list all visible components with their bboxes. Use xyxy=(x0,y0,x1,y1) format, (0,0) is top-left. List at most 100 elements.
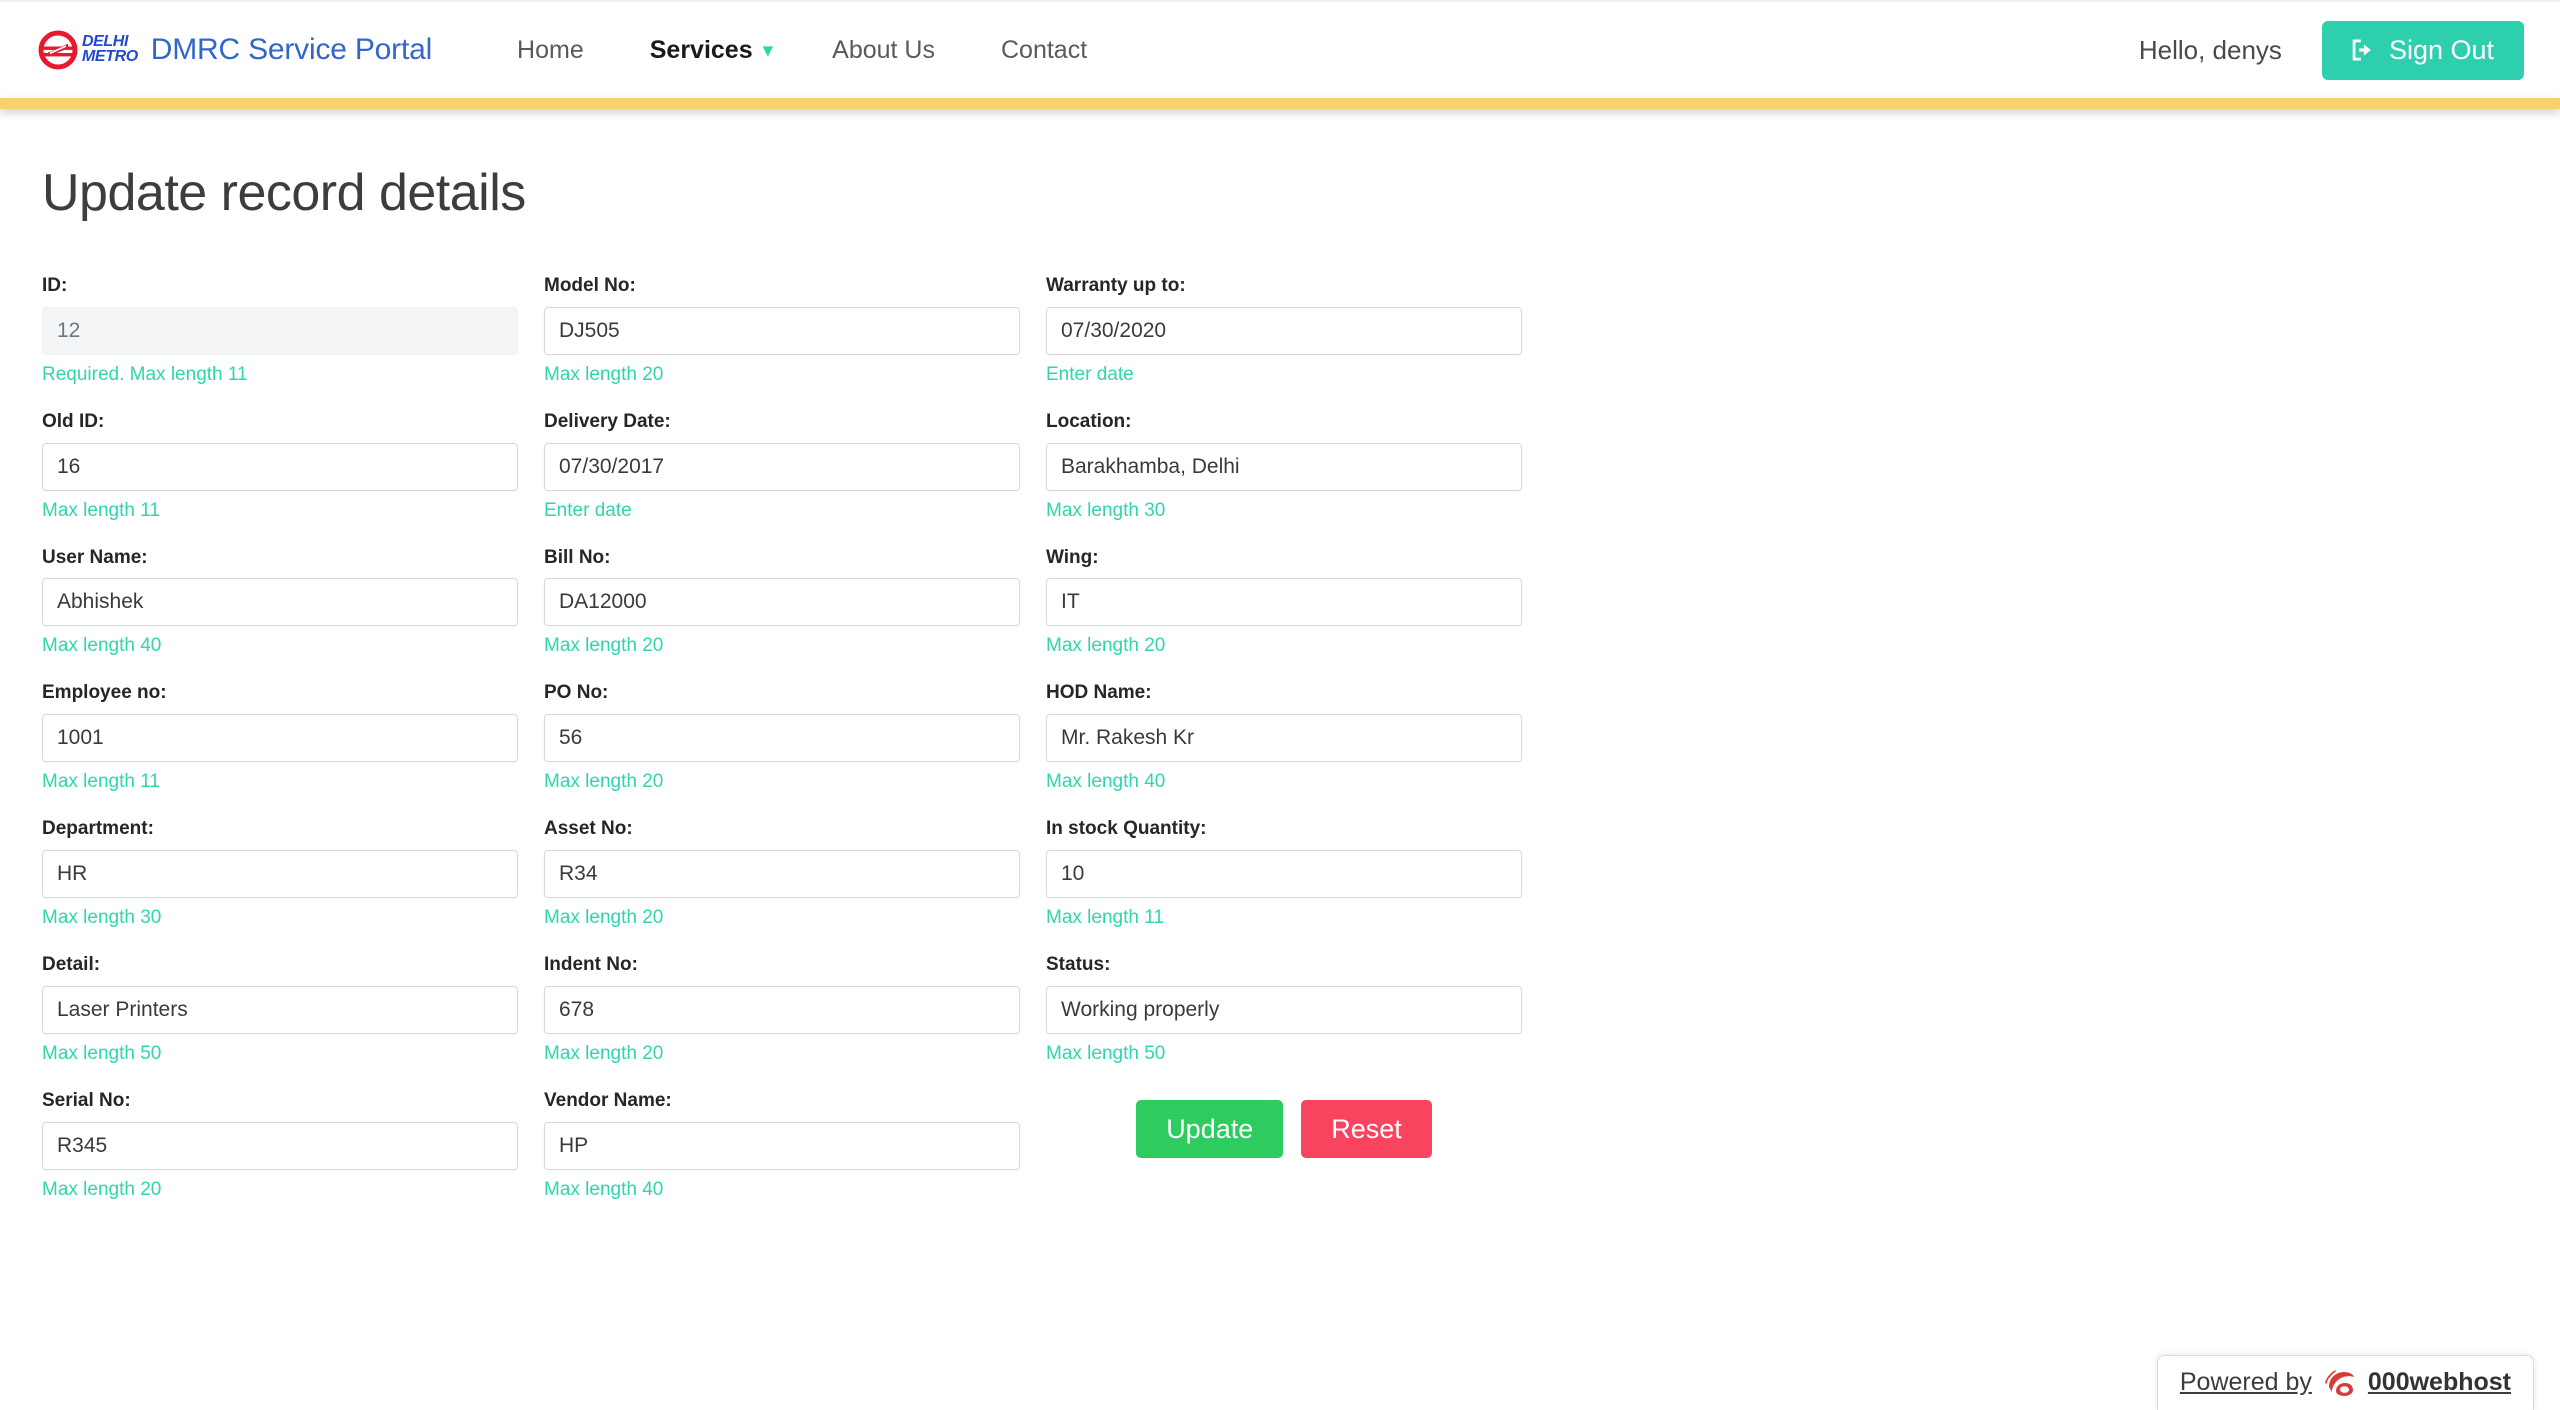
gold-divider-bar xyxy=(0,98,2560,109)
help-detail: Max length 50 xyxy=(42,1042,162,1064)
field-label-vendor-name: Vendor Name: xyxy=(544,1089,672,1111)
field-label-po-no: PO No: xyxy=(544,682,609,704)
sign-out-label: Sign Out xyxy=(2388,34,2494,65)
field-label-in-stock-quantity: In stock Quantity: xyxy=(1046,818,1207,840)
help-user-name: Max length 40 xyxy=(42,635,162,657)
form-column-1: ID: Required. Max length 11 Old ID: Max … xyxy=(42,275,518,1226)
input-id xyxy=(42,306,518,355)
metro-wordmark: DELHI METRO xyxy=(82,34,138,65)
top-navbar: DELHI METRO DMRC Service Portal Home Ser… xyxy=(0,0,2560,98)
webhost-name: 000webhost xyxy=(2367,1367,2511,1396)
help-in-stock-quantity: Max length 11 xyxy=(1046,906,1164,928)
field-vendor-name: Vendor Name: Max length 40 xyxy=(544,1090,1020,1226)
input-delivery-date[interactable] xyxy=(544,442,1020,491)
brand-link[interactable]: DELHI METRO DMRC Service Portal xyxy=(38,29,432,71)
field-delivery-date: Delivery Date: Enter date xyxy=(544,411,1020,547)
field-bill-no: Bill No: Max length 20 xyxy=(544,547,1020,683)
input-employee-no[interactable] xyxy=(42,714,518,763)
field-employee-no: Employee no: Max length 11 xyxy=(42,682,518,818)
input-status[interactable] xyxy=(1046,985,1522,1034)
input-serial-no[interactable] xyxy=(42,1121,518,1170)
help-wing: Max length 20 xyxy=(1046,635,1166,657)
field-label-location: Location: xyxy=(1046,410,1132,432)
field-label-bill-no: Bill No: xyxy=(544,546,611,568)
field-serial-no: Serial No: Max length 20 xyxy=(42,1090,518,1226)
help-status: Max length 50 xyxy=(1046,1042,1166,1064)
navbar-right: Hello, denys Sign Out xyxy=(2139,20,2524,80)
help-department: Max length 30 xyxy=(42,906,162,928)
field-label-old-id: Old ID: xyxy=(42,410,105,432)
000webhost-logo xyxy=(2325,1370,2354,1396)
input-vendor-name[interactable] xyxy=(544,1121,1020,1170)
sign-out-button[interactable]: Sign Out xyxy=(2321,20,2524,80)
help-hod-name: Max length 40 xyxy=(1046,771,1166,793)
nav-item-about-us[interactable]: About Us xyxy=(799,36,968,65)
field-label-delivery-date: Delivery Date: xyxy=(544,410,671,432)
field-detail: Detail: Max length 50 xyxy=(42,954,518,1090)
logo-line-metro: METRO xyxy=(82,48,138,65)
help-asset-no: Max length 20 xyxy=(544,906,664,928)
field-label-detail: Detail: xyxy=(42,953,101,975)
field-label-user-name: User Name: xyxy=(42,546,148,568)
input-old-id[interactable] xyxy=(42,442,518,491)
nav-item-services[interactable]: Services xyxy=(617,36,763,65)
input-in-stock-quantity[interactable] xyxy=(1046,849,1522,898)
field-label-wing: Wing: xyxy=(1046,546,1099,568)
field-location: Location: Max length 30 xyxy=(1046,411,1522,547)
help-employee-no: Max length 11 xyxy=(42,771,160,793)
field-status: Status: Max length 50 xyxy=(1046,954,1522,1090)
input-po-no[interactable] xyxy=(544,714,1020,763)
input-indent-no[interactable] xyxy=(544,985,1020,1034)
powered-by-webhost-badge[interactable]: Powered by 000webhost xyxy=(2156,1355,2534,1410)
input-user-name[interactable] xyxy=(42,578,518,627)
update-button[interactable]: Update xyxy=(1136,1099,1284,1159)
field-warranty-up-to: Warranty up to: Enter date xyxy=(1046,275,1522,411)
input-department[interactable] xyxy=(42,849,518,898)
input-location[interactable] xyxy=(1046,442,1522,491)
field-label-indent-no: Indent No: xyxy=(544,953,638,975)
field-label-status: Status: xyxy=(1046,953,1111,975)
field-model-no: Model No: Max length 20 xyxy=(544,275,1020,411)
form-column-3: Warranty up to: Enter date Location: Max… xyxy=(1046,275,1522,1226)
field-wing: Wing: Max length 20 xyxy=(1046,547,1522,683)
help-old-id: Max length 11 xyxy=(42,499,160,521)
field-label-model-no: Model No: xyxy=(544,275,636,296)
input-warranty-up-to[interactable] xyxy=(1046,306,1522,355)
input-wing[interactable] xyxy=(1046,578,1522,627)
update-record-form: ID: Required. Max length 11 Old ID: Max … xyxy=(42,275,1526,1226)
field-label-hod-name: HOD Name: xyxy=(1046,682,1152,704)
delhi-metro-logo: DELHI METRO xyxy=(38,29,138,71)
input-detail[interactable] xyxy=(42,985,518,1034)
metro-circle-icon xyxy=(38,30,78,70)
field-po-no: PO No: Max length 20 xyxy=(544,682,1020,818)
brand-title: DMRC Service Portal xyxy=(150,33,433,66)
field-label-serial-no: Serial No: xyxy=(42,1089,131,1111)
field-department: Department: Max length 30 xyxy=(42,818,518,954)
nav-item-contact[interactable]: Contact xyxy=(968,36,1120,65)
page-body: Update record details ID: Required. Max … xyxy=(0,109,2560,1226)
field-label-warranty-up-to: Warranty up to: xyxy=(1046,275,1186,296)
help-indent-no: Max length 20 xyxy=(544,1042,664,1064)
reset-button[interactable]: Reset xyxy=(1301,1099,1432,1159)
input-asset-no[interactable] xyxy=(544,849,1020,898)
input-hod-name[interactable] xyxy=(1046,714,1522,763)
input-bill-no[interactable] xyxy=(544,578,1020,627)
field-user-name: User Name: Max length 40 xyxy=(42,547,518,683)
field-label-asset-no: Asset No: xyxy=(544,818,633,840)
sign-out-icon xyxy=(2352,39,2371,61)
field-asset-no: Asset No: Max length 20 xyxy=(544,818,1020,954)
input-model-no[interactable] xyxy=(544,306,1020,355)
form-actions: Update Reset xyxy=(1046,1099,1522,1159)
main-nav: Home Services ▾ About Us Contact xyxy=(484,36,1120,65)
help-warranty-up-to: Enter date xyxy=(1046,363,1134,385)
help-vendor-name: Max length 40 xyxy=(544,1178,664,1200)
help-delivery-date: Enter date xyxy=(544,499,632,521)
powered-by-label: Powered by xyxy=(2179,1367,2312,1396)
help-po-no: Max length 20 xyxy=(544,771,664,793)
chevron-down-icon[interactable]: ▾ xyxy=(763,40,800,61)
nav-item-home[interactable]: Home xyxy=(484,36,617,65)
field-old-id: Old ID: Max length 11 xyxy=(42,411,518,547)
field-id: ID: Required. Max length 11 xyxy=(42,275,518,411)
field-in-stock-quantity: In stock Quantity: Max length 11 xyxy=(1046,818,1522,954)
field-hod-name: HOD Name: Max length 40 xyxy=(1046,682,1522,818)
